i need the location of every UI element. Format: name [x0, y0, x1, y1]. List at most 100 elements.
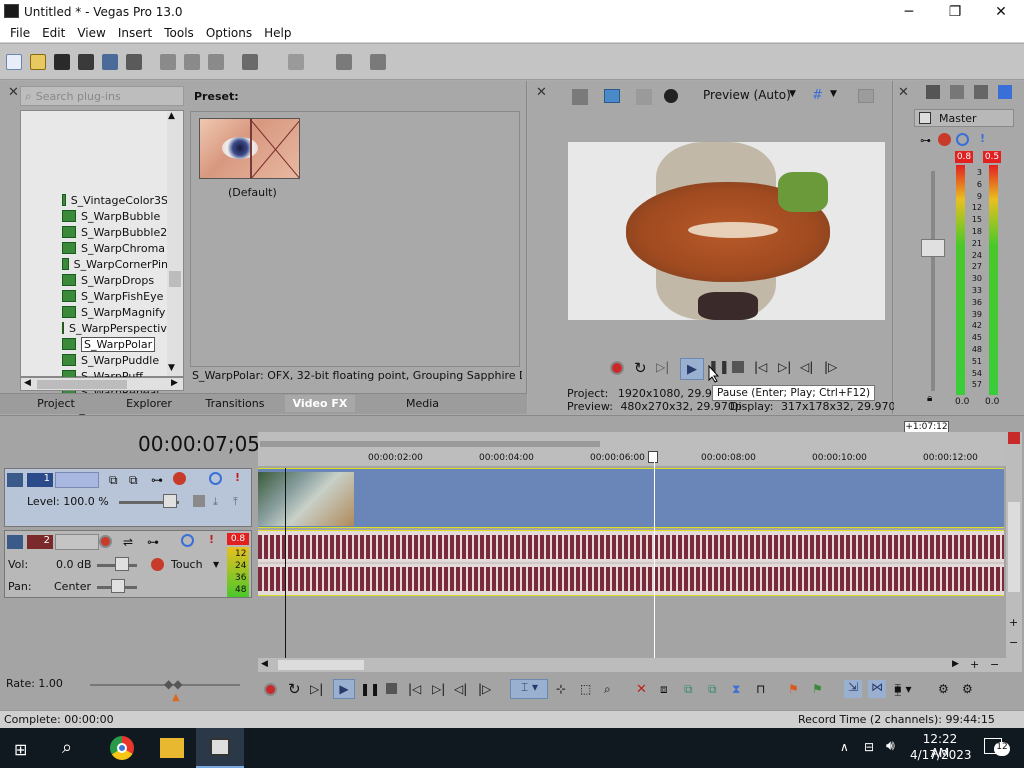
lock-envelopes-icon[interactable]: ⚙ [938, 682, 949, 696]
close-icon[interactable]: ✕ [898, 85, 909, 100]
maximize-button[interactable]: ❐ [932, 0, 978, 23]
insert-region-icon[interactable]: ⚑ [812, 682, 823, 696]
compositing-icon[interactable]: ⧉ [129, 473, 138, 488]
minimize-button[interactable]: ─ [886, 0, 932, 23]
copy-snapshot-icon[interactable] [858, 89, 874, 103]
preview-quality-icon[interactable] [664, 89, 678, 103]
chevron-down-icon[interactable]: ▼ [213, 560, 219, 569]
preset-thumbnail[interactable] [199, 118, 300, 179]
plugin-list-item[interactable]: S_VintageColor3S [62, 192, 168, 208]
lock-icon[interactable]: ⊓ [756, 682, 765, 696]
scroll-left-icon[interactable]: ◀ [24, 378, 31, 388]
stop-icon[interactable] [732, 361, 744, 373]
fader-handle[interactable] [921, 239, 945, 257]
taskbar-date[interactable]: 4/17/2023 [910, 748, 972, 762]
stop-icon[interactable] [386, 683, 397, 694]
menu-edit[interactable]: Edit [36, 26, 71, 40]
envelope-tool-icon[interactable]: ⊹ [556, 682, 566, 696]
mute-icon[interactable] [181, 534, 194, 547]
plugin-list-item[interactable]: S_WarpDrops [62, 272, 168, 288]
hscroll-thumb[interactable] [278, 660, 364, 670]
external-monitor-icon[interactable] [604, 89, 620, 103]
split-icon[interactable]: ⧗ [732, 682, 740, 697]
undo-icon[interactable] [242, 54, 258, 70]
plugin-list-item[interactable]: S_WarpBubble [62, 208, 168, 224]
delete-icon[interactable]: ✕ [636, 682, 647, 697]
tab-transitions[interactable]: Transitions [200, 395, 270, 412]
video-clip-thumbnail[interactable] [258, 472, 354, 526]
overlays-icon[interactable]: # [812, 88, 823, 103]
auto-crossfade-icon[interactable]: ⋈ [868, 680, 886, 698]
chevron-up-icon[interactable]: ∧ [840, 740, 849, 754]
timecode-display[interactable]: 00:00:07;05 [138, 432, 260, 456]
search-input[interactable]: Search plug-ins [36, 90, 121, 103]
fx-chain-icon[interactable]: ⊶ [151, 473, 163, 487]
scroll-up-icon[interactable]: ▲ [168, 111, 175, 121]
plugin-search[interactable]: ⌕ Search plug-ins [20, 86, 184, 106]
scroll-thumb[interactable] [169, 271, 181, 287]
plugin-list-item[interactable]: S_WarpFishEye [62, 288, 168, 304]
project-properties-icon[interactable] [572, 89, 588, 105]
automation-mode[interactable]: Touch [171, 558, 203, 571]
windows-start-icon[interactable]: ⊞ [14, 740, 27, 759]
playhead-marker[interactable] [648, 451, 658, 463]
plugin-hscroll[interactable]: ◀ ▶ [20, 377, 184, 391]
previous-frame-icon[interactable]: ◁| [454, 682, 467, 696]
mute-icon[interactable] [956, 133, 969, 146]
preset-name[interactable]: (Default) [228, 186, 277, 199]
invert-phase-icon[interactable]: ⇌ [123, 535, 133, 549]
render-icon[interactable] [102, 54, 118, 70]
file-explorer-icon[interactable] [160, 738, 184, 758]
compositing-child-icon[interactable]: ⤓ [213, 495, 218, 509]
tab-project-media[interactable]: Project Media [20, 395, 92, 427]
play-icon[interactable]: ▶ [333, 679, 355, 699]
fx-chain-icon[interactable]: ⊶ [147, 535, 159, 549]
close-icon[interactable]: ✕ [536, 85, 547, 100]
tab-explorer[interactable]: Explorer [120, 395, 178, 412]
record-icon[interactable] [610, 361, 624, 375]
snapping-icon[interactable]: ⧯ ▾ [894, 682, 912, 697]
go-to-start-icon[interactable]: |◁ [408, 682, 421, 696]
play-from-start-icon[interactable]: ▷| [310, 682, 323, 696]
rate-reset-icon[interactable]: ▲ [172, 692, 180, 703]
loop-icon[interactable]: ↻ [634, 359, 647, 377]
play-icon[interactable]: ▶ [680, 358, 704, 380]
mixer-icon[interactable] [974, 85, 988, 99]
trim-icon[interactable]: ⧈ [660, 682, 668, 697]
timeline-hscroll[interactable]: ◀ ▶ + − [258, 658, 1006, 672]
selection-tool-icon[interactable]: ⬚ [580, 682, 591, 696]
video-track[interactable] [258, 468, 1004, 528]
go-to-start-icon[interactable]: |◁ [754, 360, 767, 374]
lock-icon[interactable]: 🔒︎ [927, 393, 932, 404]
mute-icon[interactable] [209, 472, 222, 485]
plugin-list-item[interactable]: S_WarpChroma [62, 240, 168, 256]
pan-slider-handle[interactable] [111, 579, 125, 593]
cut-icon[interactable] [160, 54, 176, 70]
plugin-list-item[interactable]: S_WarpPerspective [62, 320, 168, 336]
next-frame-icon[interactable]: |▷ [824, 360, 837, 374]
automation-icon[interactable] [151, 558, 164, 571]
copy-icon[interactable] [184, 54, 200, 70]
enable-snapping-icon[interactable] [336, 54, 352, 70]
hscroll-thumb[interactable] [37, 380, 127, 389]
fx-chain-icon[interactable]: ⊶ [920, 134, 931, 147]
chevron-down-icon[interactable]: ▼ [830, 89, 837, 99]
scroll-left-icon[interactable]: ◀ [261, 659, 268, 669]
solo-icon[interactable]: ! [235, 471, 240, 484]
open-icon[interactable] [30, 54, 46, 70]
plugin-list-item[interactable]: S_WarpPolar [62, 336, 168, 352]
menu-options[interactable]: Options [200, 26, 258, 40]
marker-flag-icon[interactable] [1008, 432, 1020, 444]
go-to-end-icon[interactable]: ▷| [432, 682, 445, 696]
record-icon[interactable] [264, 683, 277, 696]
track-name-field[interactable] [55, 534, 99, 550]
menu-help[interactable]: Help [258, 26, 297, 40]
menu-view[interactable]: View [71, 26, 111, 40]
timeline-vscroll[interactable]: + − [1006, 432, 1022, 672]
zoom-out-icon[interactable]: − [990, 658, 999, 671]
parent-icon[interactable] [193, 495, 205, 507]
track-name-field[interactable] [55, 472, 99, 488]
track-fx-icon[interactable] [173, 472, 186, 485]
menu-insert[interactable]: Insert [112, 26, 158, 40]
save-as-icon[interactable] [78, 54, 94, 70]
